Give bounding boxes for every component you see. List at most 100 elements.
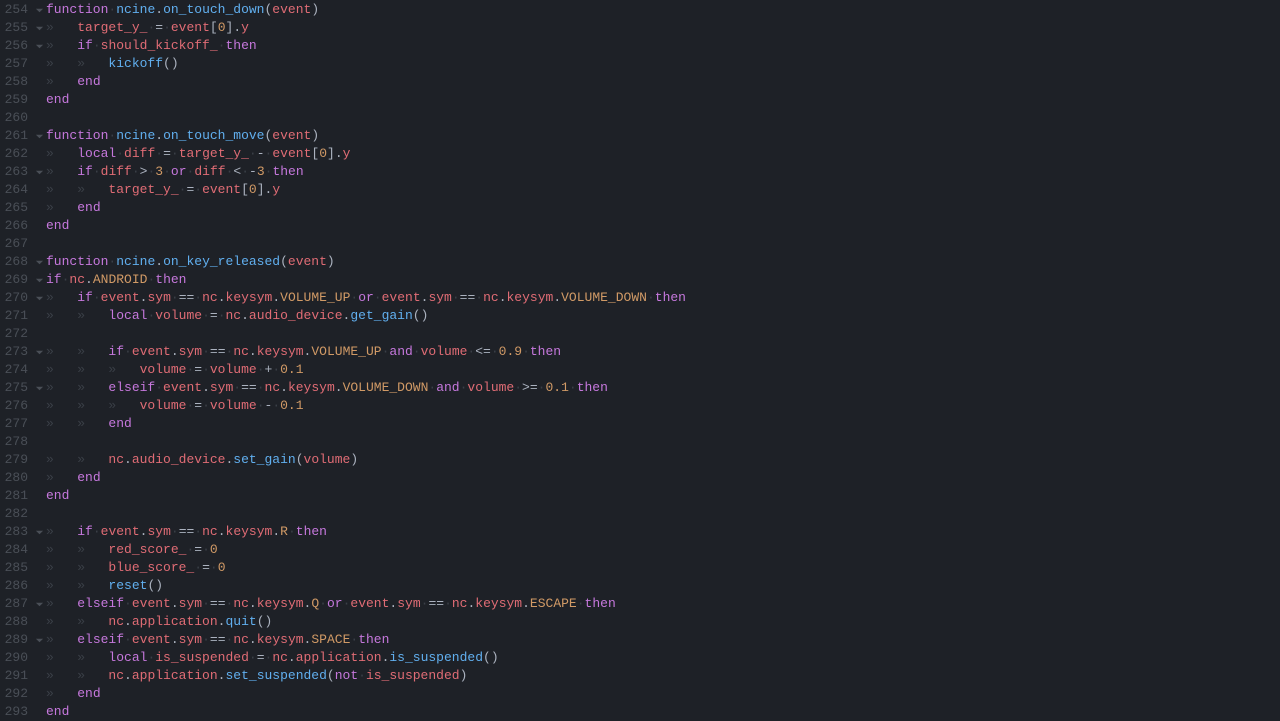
- code-line[interactable]: » » » volume·=·volume·-·0.1: [46, 397, 1280, 415]
- fold-marker: [32, 217, 46, 235]
- code-line[interactable]: » » » volume·=·volume·+·0.1: [46, 361, 1280, 379]
- code-area[interactable]: function·ncine.on_touch_down(event)» tar…: [46, 0, 1280, 720]
- fold-marker[interactable]: [32, 37, 46, 55]
- code-line[interactable]: function·ncine.on_touch_down(event): [46, 1, 1280, 19]
- fold-marker[interactable]: [32, 595, 46, 613]
- fold-down-icon[interactable]: [35, 42, 44, 51]
- token-pn: .: [522, 596, 530, 611]
- fold-marker[interactable]: [32, 253, 46, 271]
- token-ws: ·: [132, 164, 140, 179]
- fold-down-icon[interactable]: [35, 132, 44, 141]
- code-line[interactable]: [46, 235, 1280, 253]
- line-number: 262: [0, 145, 32, 163]
- code-line[interactable]: » » local·is_suspended·=·nc.application.…: [46, 649, 1280, 667]
- code-line[interactable]: » local·diff·=·target_y_·-·event[0].y: [46, 145, 1280, 163]
- token-id: volume: [140, 398, 187, 413]
- code-line[interactable]: [46, 109, 1280, 127]
- code-line[interactable]: » if·diff·>·3·or·diff·<·-3·then: [46, 163, 1280, 181]
- code-line[interactable]: function·ncine.on_key_released(event): [46, 253, 1280, 271]
- code-line[interactable]: » » nc.application.quit(): [46, 613, 1280, 631]
- fold-down-icon[interactable]: [35, 528, 44, 537]
- code-line[interactable]: » » if·event.sym·==·nc.keysym.VOLUME_UP·…: [46, 343, 1280, 361]
- code-line[interactable]: » if·event.sym·==·nc.keysym.R·then: [46, 523, 1280, 541]
- token-kw: then: [272, 164, 303, 179]
- fold-down-icon[interactable]: [35, 384, 44, 393]
- line-number: 285: [0, 559, 32, 577]
- fold-marker[interactable]: [32, 163, 46, 181]
- token-pn: .: [155, 254, 163, 269]
- fold-down-icon[interactable]: [35, 600, 44, 609]
- token-id: nc: [108, 614, 124, 629]
- code-line[interactable]: » if·should_kickoff_·then: [46, 37, 1280, 55]
- token-pn: (: [280, 254, 288, 269]
- code-line[interactable]: » if·event.sym·==·nc.keysym.VOLUME_UP·or…: [46, 289, 1280, 307]
- code-line[interactable]: end: [46, 703, 1280, 721]
- token-op: -: [257, 146, 265, 161]
- fold-marker: [32, 199, 46, 217]
- code-line[interactable]: » » blue_score_·=·0: [46, 559, 1280, 577]
- code-line[interactable]: if·nc.ANDROID·then: [46, 271, 1280, 289]
- code-line[interactable]: » » local·volume·=·nc.audio_device.get_g…: [46, 307, 1280, 325]
- code-line[interactable]: » end: [46, 199, 1280, 217]
- fold-down-icon[interactable]: [35, 294, 44, 303]
- token-pn: ): [460, 668, 468, 683]
- token-kw: end: [46, 218, 69, 233]
- code-line[interactable]: » end: [46, 73, 1280, 91]
- token-id: diff: [124, 146, 155, 161]
- code-line[interactable]: [46, 433, 1280, 451]
- fold-marker[interactable]: [32, 631, 46, 649]
- code-line[interactable]: » target_y_·=·event[0].y: [46, 19, 1280, 37]
- token-ws: ·: [569, 380, 577, 395]
- code-line[interactable]: » elseif·event.sym·==·nc.keysym.SPACE·th…: [46, 631, 1280, 649]
- code-line[interactable]: end: [46, 91, 1280, 109]
- code-line[interactable]: » » reset(): [46, 577, 1280, 595]
- token-op: >=: [522, 380, 538, 395]
- token-pn: (: [163, 56, 171, 71]
- token-ws: ·: [241, 164, 249, 179]
- token-pn: ): [311, 2, 319, 17]
- token-pn: .: [249, 596, 257, 611]
- code-line[interactable]: » » elseif·event.sym·==·nc.keysym.VOLUME…: [46, 379, 1280, 397]
- code-line[interactable]: » end: [46, 685, 1280, 703]
- fold-down-icon[interactable]: [35, 636, 44, 645]
- code-line[interactable]: [46, 505, 1280, 523]
- fold-marker[interactable]: [32, 1, 46, 19]
- code-line[interactable]: » » kickoff(): [46, 55, 1280, 73]
- fold-marker[interactable]: [32, 127, 46, 145]
- fold-down-icon[interactable]: [35, 6, 44, 15]
- token-ws: » »: [46, 308, 108, 323]
- code-line[interactable]: » » red_score_·=·0: [46, 541, 1280, 559]
- token-ws: ·: [577, 596, 585, 611]
- token-op: =: [194, 542, 202, 557]
- code-line[interactable]: function·ncine.on_touch_move(event): [46, 127, 1280, 145]
- code-line[interactable]: » » nc.application.set_suspended(not·is_…: [46, 667, 1280, 685]
- fold-down-icon[interactable]: [35, 258, 44, 267]
- code-line[interactable]: end: [46, 217, 1280, 235]
- token-id: sym: [210, 380, 233, 395]
- fold-down-icon[interactable]: [35, 168, 44, 177]
- fold-marker[interactable]: [32, 523, 46, 541]
- code-line[interactable]: [46, 325, 1280, 343]
- code-line[interactable]: » elseif·event.sym·==·nc.keysym.Q·or·eve…: [46, 595, 1280, 613]
- line-number: 281: [0, 487, 32, 505]
- code-line[interactable]: » » nc.audio_device.set_gain(volume): [46, 451, 1280, 469]
- fold-down-icon[interactable]: [35, 348, 44, 357]
- token-id: audio_device: [132, 452, 226, 467]
- code-line[interactable]: » » end: [46, 415, 1280, 433]
- fold-marker[interactable]: [32, 289, 46, 307]
- fold-marker[interactable]: [32, 343, 46, 361]
- code-line[interactable]: » » target_y_·=·event[0].y: [46, 181, 1280, 199]
- code-line[interactable]: » end: [46, 469, 1280, 487]
- token-ws: ·: [374, 290, 382, 305]
- code-editor[interactable]: 2542552562572582592602612622632642652662…: [0, 0, 1280, 720]
- fold-marker[interactable]: [32, 271, 46, 289]
- token-pn: .: [280, 380, 288, 395]
- fold-marker[interactable]: [32, 379, 46, 397]
- line-number: 286: [0, 577, 32, 595]
- fold-down-icon[interactable]: [35, 276, 44, 285]
- fold-marker[interactable]: [32, 19, 46, 37]
- token-pn: ): [265, 614, 273, 629]
- fold-down-icon[interactable]: [35, 24, 44, 33]
- token-pn: [: [210, 20, 218, 35]
- code-line[interactable]: end: [46, 487, 1280, 505]
